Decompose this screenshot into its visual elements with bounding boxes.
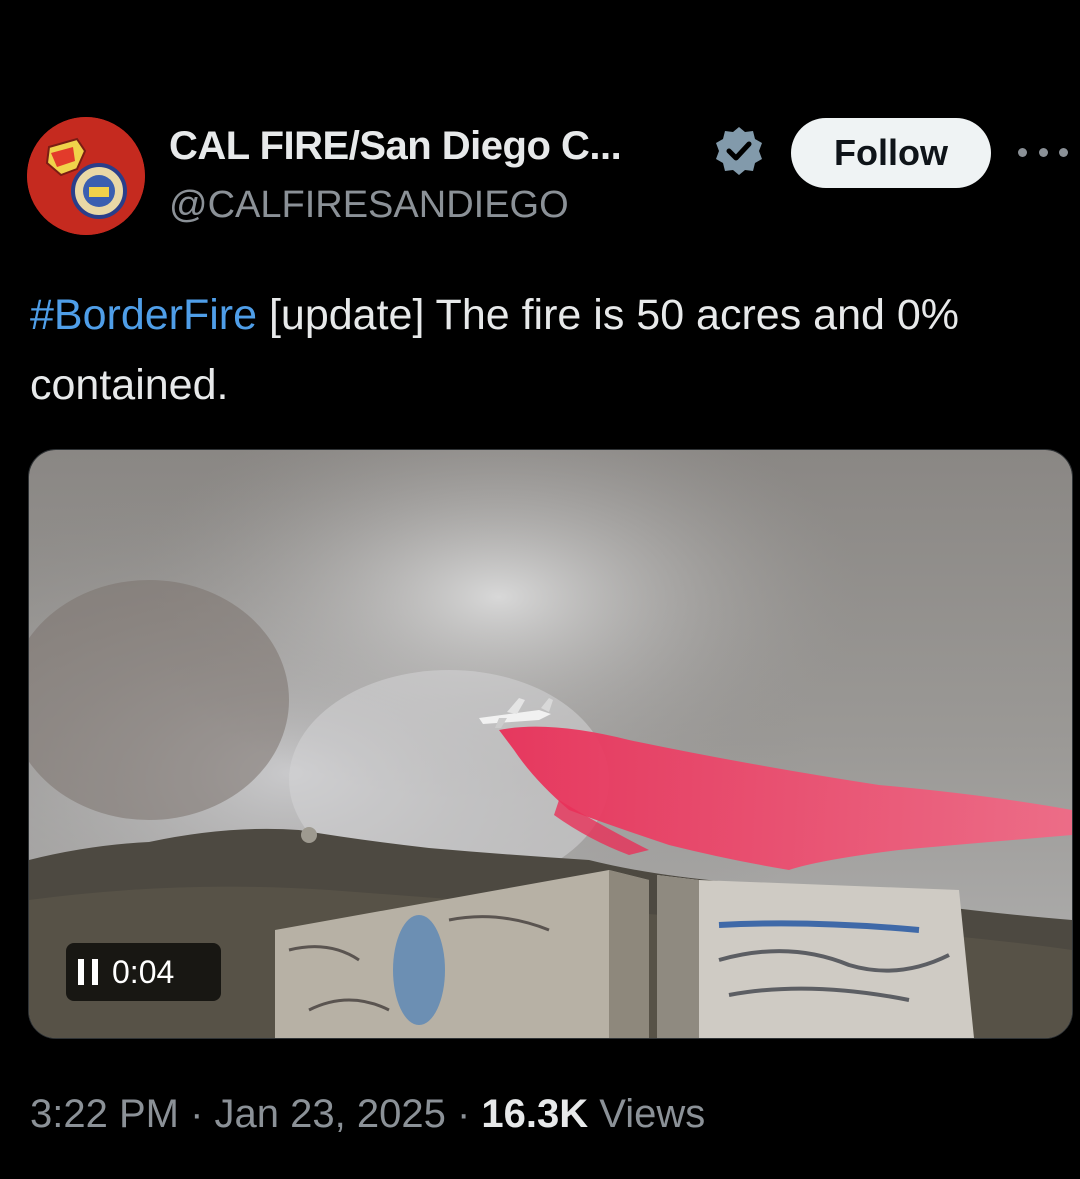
- verified-badge-icon: [712, 124, 766, 178]
- hashtag-link[interactable]: #BorderFire: [30, 291, 257, 339]
- more-horizontal-icon[interactable]: [1018, 144, 1068, 160]
- more-dot: [1018, 147, 1027, 157]
- tweet-text: #BorderFire [update] The fire is 50 acre…: [30, 280, 1070, 420]
- more-dot: [1038, 147, 1048, 157]
- tweet-date[interactable]: Jan 23, 2025: [215, 1092, 446, 1136]
- pause-icon[interactable]: [78, 959, 98, 985]
- display-name[interactable]: CAL FIRE/San Diego C...: [169, 124, 622, 169]
- pause-bar: [78, 959, 84, 985]
- meta-separator: ·: [445, 1092, 482, 1136]
- video-timer[interactable]: 0:04: [66, 943, 221, 1001]
- timer-text: 0:04: [112, 953, 175, 990]
- user-handle[interactable]: @CALFIRESANDIEGO: [169, 184, 569, 227]
- video-player[interactable]: 0:04: [28, 449, 1073, 1039]
- pause-bar: [92, 959, 98, 985]
- avatar[interactable]: [27, 117, 145, 235]
- tweet-meta: 3:22 PM · Jan 23, 2025 · 16.3K Views: [30, 1092, 705, 1137]
- tweet-time[interactable]: 3:22 PM: [30, 1092, 179, 1136]
- more-dot: [1059, 147, 1068, 157]
- meta-separator: ·: [178, 1092, 215, 1136]
- cal-fire-logo-icon: [27, 117, 145, 235]
- views-count: 16.3K: [481, 1092, 589, 1136]
- views-label: Views: [588, 1092, 706, 1136]
- follow-button[interactable]: Follow: [791, 118, 991, 188]
